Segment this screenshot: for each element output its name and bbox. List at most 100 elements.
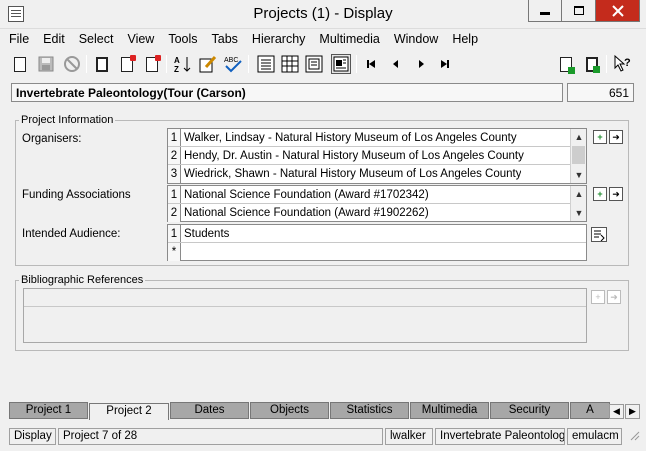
add-icon: + [597,131,603,142]
project-information-legend: Project Information [21,114,114,126]
close-button[interactable] [596,0,640,22]
edit-button[interactable] [198,54,218,74]
menu-select[interactable]: Select [79,32,114,46]
resize-grip[interactable] [624,428,642,445]
next-record-button[interactable] [411,54,431,74]
menu-edit[interactable]: Edit [43,32,65,46]
bibliographic-legend: Bibliographic References [21,274,144,286]
status-bar: Display Project 7 of 28 lwalker Inverteb… [0,426,646,447]
next-record-icon [419,60,424,68]
edit-pencil-icon [199,55,217,73]
menu-hierarchy[interactable]: Hierarchy [252,32,306,46]
window-controls [528,0,640,22]
attach-multiple-button[interactable] [582,54,602,74]
audience-label: Intended Audience: [22,228,121,240]
last-record-button[interactable] [435,54,455,74]
new-record-button[interactable] [10,54,30,74]
lookup-list-icon [594,230,605,241]
add-icon: + [595,291,601,302]
funding-scrollbar[interactable]: ▲ ▼ [570,186,586,221]
scroll-up-icon[interactable]: ▲ [571,187,587,201]
audience-grid: 1 Students * [167,224,587,261]
scroll-up-icon[interactable]: ▲ [571,130,587,144]
organiser-row[interactable]: 1 Walker, Lindsay - Natural History Muse… [168,129,586,147]
add-funding-button[interactable]: + [593,187,607,201]
project-title-field[interactable]: Invertebrate Paleontology(Tour (Carson) [11,83,563,102]
add-organiser-button[interactable]: + [593,130,607,144]
delete-record-button[interactable] [117,54,137,74]
bibliographic-row[interactable] [24,289,586,307]
tab-objects[interactable]: Objects [250,402,329,419]
help-button[interactable]: ? [613,54,633,74]
bibliographic-grid[interactable] [23,288,587,343]
tab-truncated[interactable]: A [570,402,610,419]
tab-scroll-left-button[interactable]: ◀ [609,404,624,419]
attach-organiser-button[interactable]: ➜ [609,130,623,144]
funding-name[interactable]: National Science Foundation (Award #1902… [181,207,429,219]
record-number-field[interactable]: 651 [567,83,634,102]
menu-file[interactable]: File [9,32,29,46]
tab-statistics[interactable]: Statistics [330,402,409,419]
toolbar-separator [166,55,167,73]
scroll-down-icon[interactable]: ▼ [571,206,587,220]
tab-strip: Project 1 Project 2 Dates Objects Statis… [9,402,619,420]
resize-grip-icon [630,431,640,441]
save-button[interactable] [36,54,56,74]
import-button[interactable] [92,54,112,74]
menu-view[interactable]: View [127,32,154,46]
audience-value[interactable]: Students [181,228,229,240]
page-view-button[interactable] [304,54,324,74]
funding-name[interactable]: National Science Foundation (Award #1702… [181,189,429,201]
attach-button[interactable] [556,54,576,74]
menu-multimedia[interactable]: Multimedia [319,32,379,46]
menu-window[interactable]: Window [394,32,438,46]
sort-button[interactable]: AZ [173,54,193,74]
maximize-button[interactable] [562,0,596,22]
row-number: 1 [168,129,181,146]
organiser-name[interactable]: Hendy, Dr. Austin - Natural History Muse… [181,150,524,162]
audience-new-row[interactable]: * [168,243,586,261]
lookup-audience-button[interactable] [591,227,607,242]
organisers-scrollbar[interactable]: ▲ ▼ [570,129,586,183]
first-record-button[interactable] [361,54,381,74]
funding-row[interactable]: 2 National Science Foundation (Award #19… [168,204,586,222]
svg-text:Z: Z [174,65,179,74]
previous-record-button[interactable] [386,54,406,74]
last-record-icon [441,60,449,68]
close-icon [611,4,624,17]
tab-project-2[interactable]: Project 2 [89,403,169,420]
menu-tools[interactable]: Tools [168,32,197,46]
audience-row[interactable]: 1 Students [168,225,586,243]
funding-row[interactable]: 1 National Science Foundation (Award #17… [168,186,586,204]
attach-funding-button[interactable]: ➜ [609,187,623,201]
row-number: 2 [168,147,181,164]
row-number: 1 [168,225,181,242]
toolbar-separator [356,55,357,73]
tab-scroll-right-button[interactable]: ▶ [625,404,640,419]
add-reference-button[interactable]: + [591,290,605,304]
tab-project-1[interactable]: Project 1 [9,402,88,419]
list-view-button[interactable] [280,54,300,74]
display-view-button[interactable] [331,54,351,74]
organiser-name[interactable]: Walker, Lindsay - Natural History Museum… [181,132,517,144]
organiser-row[interactable]: 3 Wiedrick, Shawn - Natural History Muse… [168,165,586,183]
spellcheck-button[interactable]: ABC [223,54,243,74]
svg-text:A: A [174,56,180,65]
menu-tabs[interactable]: Tabs [212,32,238,46]
tab-dates[interactable]: Dates [170,402,249,419]
remove-button[interactable] [142,54,162,74]
cancel-button[interactable] [62,54,82,74]
minimize-button[interactable] [528,0,562,22]
attach-reference-button[interactable]: ➜ [607,290,621,304]
tab-security[interactable]: Security [490,402,569,419]
row-number: 3 [168,165,181,183]
row-number: 1 [168,186,181,203]
organiser-name[interactable]: Wiedrick, Shawn - Natural History Museum… [181,168,521,180]
scroll-down-icon[interactable]: ▼ [571,168,587,182]
menu-help[interactable]: Help [452,32,478,46]
organiser-row[interactable]: 2 Hendy, Dr. Austin - Natural History Mu… [168,147,586,165]
scroll-thumb[interactable] [572,146,585,164]
spellcheck-icon: ABC [224,57,242,73]
details-view-button[interactable] [256,54,276,74]
tab-multimedia[interactable]: Multimedia [410,402,489,419]
